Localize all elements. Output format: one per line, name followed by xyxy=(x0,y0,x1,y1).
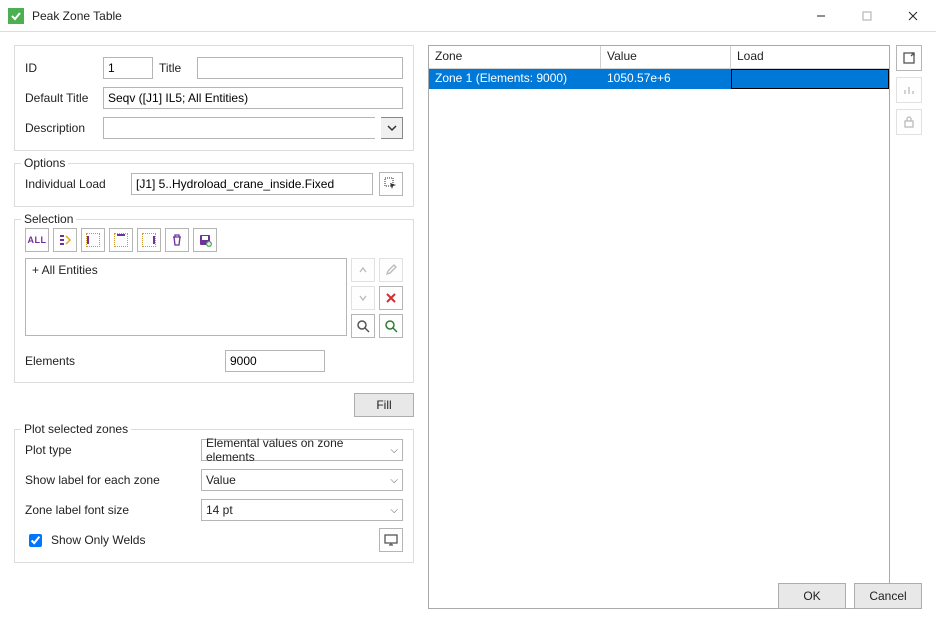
options-legend: Options xyxy=(21,156,68,170)
select-tree-button[interactable] xyxy=(53,228,77,252)
options-group: Options Individual Load xyxy=(14,163,414,207)
chart-icon xyxy=(902,83,916,97)
id-field[interactable] xyxy=(103,57,153,79)
individual-load-field xyxy=(131,173,373,195)
zoom-highlight-button[interactable] xyxy=(379,314,403,338)
cell-load[interactable] xyxy=(731,69,889,89)
table-row[interactable]: Zone 1 (Elements: 9000) 1050.57e+6 xyxy=(429,69,889,89)
select-all-button[interactable]: ALL xyxy=(25,228,49,252)
load-picker-button[interactable] xyxy=(379,172,403,196)
cell-value: 1050.57e+6 xyxy=(601,69,731,89)
selection-legend: Selection xyxy=(21,212,76,226)
title-label: Title xyxy=(159,61,191,75)
chart-button xyxy=(896,77,922,103)
tree-icon xyxy=(58,233,72,247)
lock-icon xyxy=(902,115,916,129)
elements-field[interactable] xyxy=(225,350,325,372)
cursor-icon xyxy=(384,177,398,191)
remove-selection-button[interactable] xyxy=(379,286,403,310)
lock-button xyxy=(896,109,922,135)
pencil-icon xyxy=(385,264,397,276)
app-icon xyxy=(8,8,24,24)
window-title: Peak Zone Table xyxy=(32,9,122,23)
default-title-label: Default Title xyxy=(25,91,97,105)
plot-legend: Plot selected zones xyxy=(21,422,131,436)
font-size-value: 14 pt xyxy=(206,503,233,517)
description-dropdown-button[interactable] xyxy=(381,117,403,139)
identity-group: ID Title Default Title Description xyxy=(14,45,414,151)
chevron-down-icon: ⌵ xyxy=(390,505,398,516)
default-title-field xyxy=(103,87,403,109)
all-icon: ALL xyxy=(28,235,47,245)
plot-group: Plot selected zones Plot type Elemental … xyxy=(14,429,414,563)
plot-type-value: Elemental values on zone elements xyxy=(206,436,390,464)
zone-table[interactable]: Zone Value Load Zone 1 (Elements: 9000) … xyxy=(428,45,890,609)
move-up-button xyxy=(351,258,375,282)
chevron-down-icon xyxy=(358,293,368,303)
magnifier-dark-icon xyxy=(356,319,370,333)
x-icon xyxy=(385,292,397,304)
show-only-welds-label: Show Only Welds xyxy=(51,533,145,547)
select-right-button[interactable] xyxy=(137,228,161,252)
export-button[interactable] xyxy=(896,45,922,71)
chevron-down-icon xyxy=(387,123,397,133)
move-down-button xyxy=(351,286,375,310)
save-icon xyxy=(198,233,212,247)
title-field[interactable] xyxy=(197,57,403,79)
plot-type-label: Plot type xyxy=(25,443,195,457)
plot-preview-button[interactable] xyxy=(379,528,403,552)
font-size-label: Zone label font size xyxy=(25,503,195,517)
selection-list[interactable]: + All Entities xyxy=(25,258,347,336)
edit-selection-button xyxy=(379,258,403,282)
column-zone-header[interactable]: Zone xyxy=(429,46,601,68)
cell-zone: Zone 1 (Elements: 9000) xyxy=(429,69,601,89)
maximize-button[interactable] xyxy=(844,0,890,31)
zoom-selection-button[interactable] xyxy=(351,314,375,338)
select-left-button[interactable] xyxy=(81,228,105,252)
fill-button[interactable]: Fill xyxy=(354,393,414,417)
selection-group: Selection ALL + All Entities xyxy=(14,219,414,383)
save-selection-button[interactable] xyxy=(193,228,217,252)
show-label-value: Value xyxy=(206,473,236,487)
titlebar: Peak Zone Table xyxy=(0,0,936,32)
show-only-welds-checkbox[interactable] xyxy=(29,534,42,547)
trash-icon xyxy=(170,233,184,247)
description-label: Description xyxy=(25,121,97,135)
ok-button[interactable]: OK xyxy=(778,583,846,609)
select-top-button[interactable] xyxy=(109,228,133,252)
monitor-icon xyxy=(384,533,398,547)
close-button[interactable] xyxy=(890,0,936,31)
show-label-select[interactable]: Value ⌵ xyxy=(201,469,403,491)
id-label: ID xyxy=(25,61,97,75)
magnifier-green-icon xyxy=(384,319,398,333)
selection-list-item[interactable]: + All Entities xyxy=(32,263,340,277)
column-value-header[interactable]: Value xyxy=(601,46,731,68)
individual-load-label: Individual Load xyxy=(25,177,125,191)
delete-selection-button[interactable] xyxy=(165,228,189,252)
description-field[interactable] xyxy=(103,117,375,139)
show-label-label: Show label for each zone xyxy=(25,473,195,487)
chevron-up-icon xyxy=(358,265,368,275)
column-load-header[interactable]: Load xyxy=(731,46,889,68)
elements-label: Elements xyxy=(25,354,225,368)
plot-type-select[interactable]: Elemental values on zone elements⌵ xyxy=(201,439,403,461)
chevron-down-icon: ⌵ xyxy=(390,445,398,456)
cancel-button[interactable]: Cancel xyxy=(854,583,922,609)
chevron-down-icon: ⌵ xyxy=(390,475,398,486)
export-icon xyxy=(902,51,916,65)
minimize-button[interactable] xyxy=(798,0,844,31)
zone-table-header: Zone Value Load xyxy=(429,46,889,69)
font-size-select[interactable]: 14 pt ⌵ xyxy=(201,499,403,521)
